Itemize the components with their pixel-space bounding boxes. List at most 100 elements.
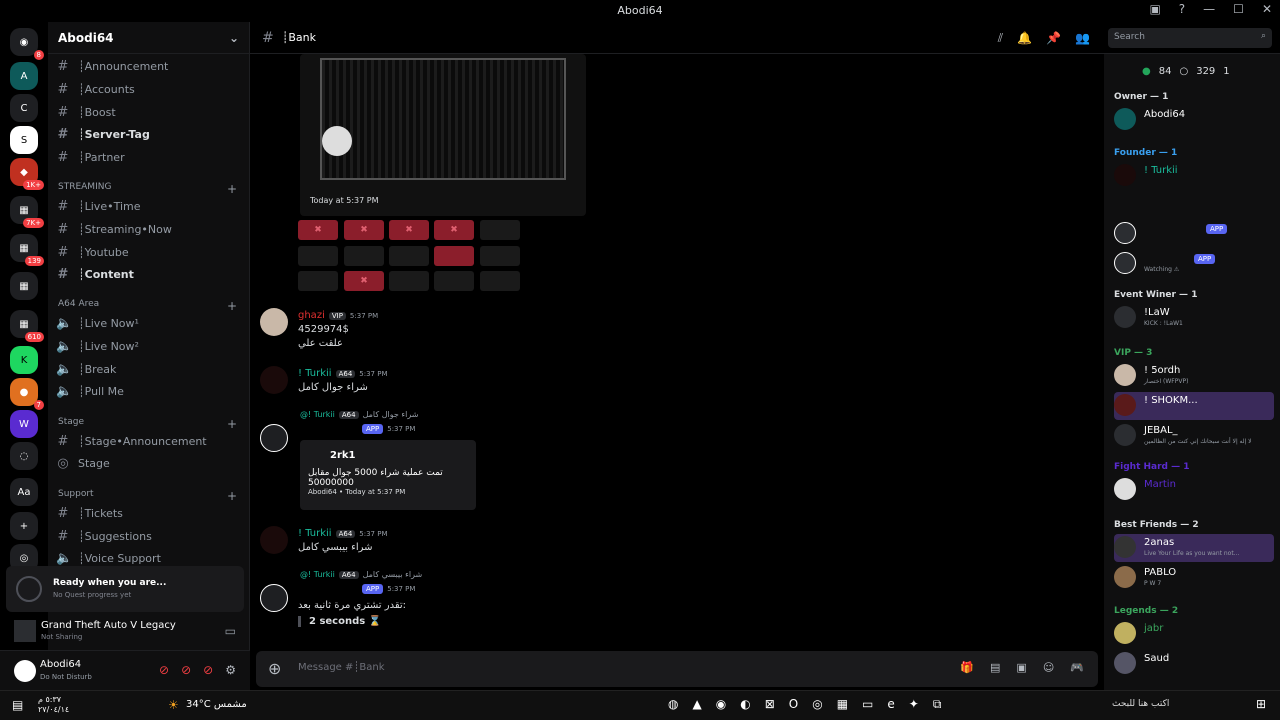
close-button[interactable]: ✕ bbox=[1262, 2, 1272, 16]
pin-icon[interactable]: 📌 bbox=[1046, 31, 1061, 46]
member-item[interactable]: ! 5ordh اختصار (WFPVP) bbox=[1114, 362, 1274, 390]
add-channel-icon[interactable]: + bbox=[227, 182, 237, 196]
channel-live-time[interactable]: # ┊Live•Time bbox=[56, 196, 241, 216]
server-icon[interactable]: S bbox=[10, 126, 38, 154]
notification-icon[interactable]: ▤ bbox=[12, 698, 23, 712]
voice-channel-live-now-1[interactable]: 🔈 ┊Live Now¹ bbox=[56, 313, 241, 333]
mic-muted-icon[interactable]: ⊘ bbox=[181, 663, 191, 677]
grid-button[interactable]: ✖ bbox=[434, 220, 474, 240]
server-folder[interactable]: ▦ 7K+ bbox=[10, 196, 44, 228]
deafen-icon[interactable]: ⊘ bbox=[203, 663, 213, 677]
help-icon[interactable]: ? bbox=[1179, 2, 1185, 16]
category-a64[interactable]: A64 Area + bbox=[58, 299, 237, 313]
avatar[interactable] bbox=[260, 584, 288, 612]
avatar[interactable] bbox=[14, 660, 36, 682]
grid-button[interactable] bbox=[434, 246, 474, 266]
folder-icon[interactable]: ▭ bbox=[862, 697, 873, 712]
grid-button[interactable]: ✖ bbox=[344, 271, 384, 291]
avatar[interactable] bbox=[260, 526, 288, 554]
member-item[interactable]: ! Turkii bbox=[1114, 162, 1274, 190]
member-item[interactable]: Martin bbox=[1114, 476, 1274, 504]
chevron-down-icon[interactable]: ⌄ bbox=[229, 31, 239, 45]
grid-button[interactable] bbox=[480, 271, 520, 291]
channel-suggestions[interactable]: # ┊Suggestions bbox=[56, 526, 241, 546]
category-streaming[interactable]: STREAMING + bbox=[58, 182, 237, 196]
grid-button[interactable] bbox=[344, 246, 384, 266]
home-icon[interactable]: ◉ 8 bbox=[10, 28, 44, 60]
channel-streaming-now[interactable]: # ┊Streaming•Now bbox=[56, 219, 241, 239]
image-embed[interactable]: Today at 5:37 PM bbox=[300, 54, 586, 216]
member-item[interactable]: Abodi64 bbox=[1114, 106, 1274, 134]
search-input[interactable]: Search ⌕ bbox=[1108, 28, 1272, 48]
sticker-icon[interactable]: ▣ bbox=[1016, 661, 1026, 674]
emoji-icon[interactable]: ☺ bbox=[1043, 661, 1054, 674]
outlook-icon[interactable]: O bbox=[789, 697, 798, 712]
member-item[interactable]: 2anas Live Your Life as you want not... bbox=[1114, 534, 1274, 562]
author-name[interactable]: ! Turkii bbox=[298, 528, 332, 539]
screen-share-icon[interactable]: ▭ bbox=[225, 624, 236, 638]
server-abodi64[interactable]: A bbox=[10, 62, 38, 90]
grid-button[interactable]: ✖ bbox=[389, 220, 429, 240]
member-item[interactable]: APP bbox=[1114, 220, 1274, 248]
members-icon[interactable]: 👥 bbox=[1075, 31, 1090, 46]
minimize-button[interactable]: — bbox=[1203, 2, 1215, 16]
windows-start-icon[interactable]: ⊞ bbox=[1256, 697, 1266, 711]
avatar[interactable] bbox=[260, 424, 288, 452]
discord-taskbar-icon[interactable]: ◉ bbox=[716, 697, 726, 712]
grid-button[interactable] bbox=[389, 246, 429, 266]
grid-button[interactable]: ✖ bbox=[344, 220, 384, 240]
stage-channel[interactable]: ◎ Stage bbox=[56, 453, 241, 473]
grid-button[interactable] bbox=[298, 271, 338, 291]
attach-plus-icon[interactable]: ⊕ bbox=[268, 659, 281, 678]
member-item[interactable]: !LaW KICK : !LaW1 bbox=[1114, 304, 1274, 332]
add-server-icon[interactable]: + bbox=[10, 512, 38, 540]
channel-tickets[interactable]: # ┊Tickets bbox=[56, 503, 241, 523]
channel-boost[interactable]: # ┊Boost bbox=[56, 102, 241, 122]
copilot-icon[interactable]: ✦ bbox=[909, 697, 919, 712]
app-icon[interactable]: ⊠ bbox=[765, 697, 775, 712]
weather-text[interactable]: 34°C مشمس bbox=[186, 699, 247, 710]
grid-button[interactable] bbox=[480, 246, 520, 266]
channel-stage-announcement[interactable]: # ┊Stage•Announcement bbox=[56, 431, 241, 451]
server-icon[interactable]: ● 7 bbox=[10, 378, 44, 410]
member-item[interactable]: PABLO P W 7 bbox=[1114, 564, 1274, 592]
category-support[interactable]: Support + bbox=[58, 489, 237, 503]
member-item[interactable]: JEBAL_ لا إله إلا أنت سبحانك إني كنت من ا… bbox=[1114, 422, 1274, 450]
voice-channel-pull-me[interactable]: 🔈 ┊Pull Me bbox=[56, 381, 241, 401]
avatar[interactable] bbox=[260, 366, 288, 394]
grid-button[interactable]: ✖ bbox=[298, 220, 338, 240]
gift-icon[interactable]: 🎁 bbox=[960, 661, 974, 674]
app-icon[interactable]: ◍ bbox=[668, 697, 678, 712]
gif-icon[interactable]: ▤ bbox=[990, 661, 1000, 674]
channel-accounts[interactable]: # ┊Accounts bbox=[56, 79, 241, 99]
camera-off-icon[interactable]: ⊘ bbox=[159, 663, 169, 677]
voice-channel-live-now-2[interactable]: 🔈 ┊Live Now² bbox=[56, 336, 241, 356]
server-folder[interactable]: ▦ 139 bbox=[10, 234, 44, 266]
store-icon[interactable]: ▦ bbox=[837, 697, 848, 712]
reply-author[interactable]: @! Turkii bbox=[300, 570, 335, 579]
add-channel-icon[interactable]: + bbox=[227, 489, 237, 503]
channel-announcement[interactable]: # ┊Announcement bbox=[56, 56, 241, 76]
clock[interactable]: ٥:٣٧ م ٢٧/٠٤/١٤ bbox=[38, 695, 69, 715]
bell-icon[interactable]: 🔔 bbox=[1017, 31, 1032, 46]
grid-button[interactable] bbox=[480, 220, 520, 240]
member-item[interactable]: Saud bbox=[1114, 650, 1274, 678]
server-icon[interactable]: ◆ 1K+ bbox=[10, 158, 44, 190]
add-channel-icon[interactable]: + bbox=[227, 417, 237, 431]
taskbar-search[interactable]: اكتب هنا للبحث bbox=[1112, 699, 1169, 709]
category-stage[interactable]: Stage + bbox=[58, 417, 237, 431]
channel-partner[interactable]: # ┊Partner bbox=[56, 147, 241, 167]
message-composer[interactable]: ⊕ Message #┊Bank 🎁 ▤ ▣ ☺ 🎮 bbox=[256, 651, 1098, 687]
channel-server-tag[interactable]: # ┊Server-Tag bbox=[56, 124, 241, 144]
member-item[interactable]: jabr bbox=[1114, 620, 1274, 648]
server-customs[interactable]: C bbox=[10, 94, 38, 122]
member-item[interactable]: ! SHOKM... bbox=[1114, 392, 1274, 420]
reply-text[interactable]: شراء جوال كامل bbox=[363, 410, 419, 419]
grid-button[interactable] bbox=[389, 271, 429, 291]
chrome-icon[interactable]: ◎ bbox=[812, 697, 822, 712]
server-icon[interactable]: W bbox=[10, 410, 38, 438]
app-icon[interactable]: ▲ bbox=[692, 697, 701, 712]
steam-icon[interactable]: ◐ bbox=[740, 697, 750, 712]
server-folder[interactable]: ▦ 610 bbox=[10, 310, 44, 342]
grid-button[interactable] bbox=[298, 246, 338, 266]
